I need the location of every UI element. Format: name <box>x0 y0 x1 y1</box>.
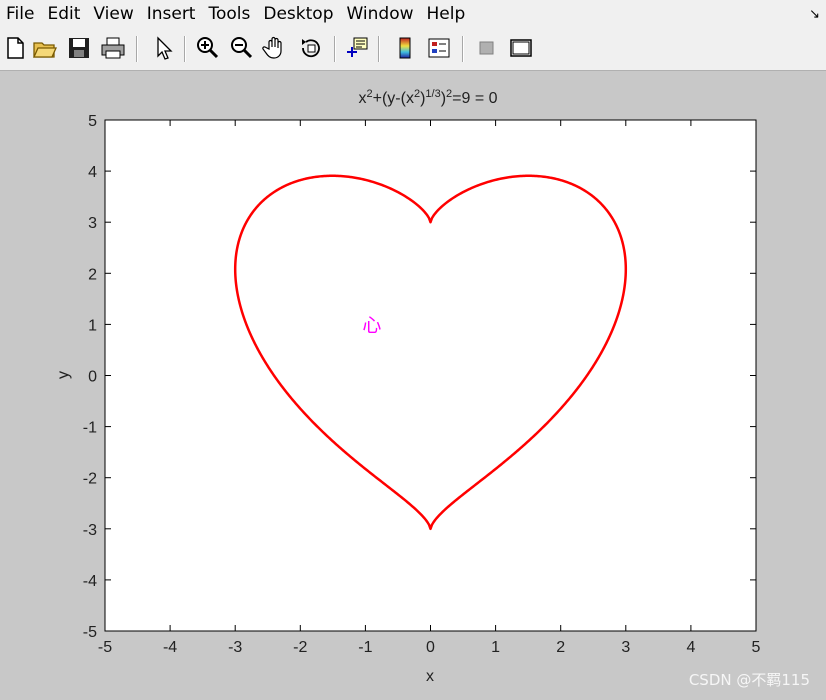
y-tick-label: 5 <box>88 113 97 130</box>
plot-title: x2+(y-(x2)1/3)2=9 = 0 <box>358 88 497 107</box>
open-file-icon[interactable] <box>32 35 58 61</box>
annotation-text: 心 <box>362 314 381 336</box>
menu-tools[interactable]: Tools <box>202 0 257 28</box>
y-tick-label: -3 <box>83 522 97 539</box>
y-tick-label: 0 <box>88 369 97 386</box>
x-tick-label: -5 <box>98 639 112 656</box>
print-figure-icon[interactable] <box>100 35 126 61</box>
x-tick-label: 2 <box>556 639 565 656</box>
toolbar-separator <box>136 36 138 62</box>
rotate-3d-icon[interactable] <box>298 35 324 61</box>
menu-desktop[interactable]: Desktop <box>257 0 340 28</box>
figure-canvas: x2+(y-(x2)1/3)2=9 = 0 -5 -4 -3 -2 -1 0 1 2 3 4 5 -5… <box>0 71 826 700</box>
title-part: =9 = 0 <box>452 90 497 107</box>
y-tick-label: -1 <box>83 420 97 437</box>
watermark-text: CSDN @不羁115 <box>688 671 810 689</box>
toolbar-separator <box>184 36 186 62</box>
x-tick-label: 4 <box>686 639 695 656</box>
show-plot-tools-icon[interactable] <box>508 35 534 61</box>
y-tick-label: -2 <box>83 471 97 488</box>
y-tick-label: -5 <box>83 624 97 641</box>
x-tick-label: 3 <box>621 639 630 656</box>
menu-file[interactable]: File <box>0 0 41 28</box>
data-cursor-icon[interactable] <box>344 35 370 61</box>
menu-window[interactable]: Window <box>340 0 420 28</box>
x-tick-label: -4 <box>163 639 177 656</box>
y-tick-label: 2 <box>88 266 97 283</box>
title-part: x <box>358 90 366 107</box>
dock-arrow-icon[interactable]: ↘ <box>809 6 820 22</box>
menu-bar: File Edit View Insert Tools Desktop Wind… <box>0 0 826 28</box>
x-tick-label: 0 <box>426 639 435 656</box>
x-tick-label: -2 <box>293 639 307 656</box>
save-figure-icon[interactable] <box>66 35 92 61</box>
y-tick-label: 3 <box>88 215 97 232</box>
x-tick-label: -1 <box>358 639 372 656</box>
toolbar-separator <box>378 36 380 62</box>
axes-box[interactable] <box>104 119 757 632</box>
new-figure-icon[interactable] <box>2 35 28 61</box>
menu-help[interactable]: Help <box>421 0 473 28</box>
x-tick-label: 5 <box>752 639 761 656</box>
zoom-out-icon[interactable] <box>228 35 254 61</box>
menu-insert[interactable]: Insert <box>141 0 203 28</box>
x-axis-label: x <box>426 668 434 685</box>
toolbar-separator <box>334 36 336 62</box>
y-axis-label: y <box>55 371 72 379</box>
figure-toolbar <box>0 28 826 71</box>
annotation-layer: 心 <box>362 314 381 336</box>
y-tick-label: 4 <box>88 164 97 181</box>
toolbar-separator <box>462 36 464 62</box>
pan-hand-icon[interactable] <box>262 35 288 61</box>
title-part: +(y-(x <box>373 90 414 107</box>
title-part-superscript: 1/3 <box>425 88 440 100</box>
hide-plot-tools-icon[interactable] <box>474 35 500 61</box>
insert-legend-icon[interactable] <box>426 35 452 61</box>
x-tick-label: -3 <box>228 639 242 656</box>
x-tick-label: 1 <box>491 639 500 656</box>
zoom-in-icon[interactable] <box>194 35 220 61</box>
edit-plot-arrow-icon[interactable] <box>150 35 176 61</box>
plot-area: x2+(y-(x2)1/3)2=9 = 0 -5 -4 -3 -2 -1 0 1 2 3 4 5 -5… <box>55 88 761 685</box>
y-tick-label: 1 <box>88 317 97 334</box>
menu-view[interactable]: View <box>87 0 140 28</box>
menu-edit[interactable]: Edit <box>41 0 87 28</box>
insert-colorbar-icon[interactable] <box>392 35 418 61</box>
y-tick-label: -4 <box>83 573 97 590</box>
